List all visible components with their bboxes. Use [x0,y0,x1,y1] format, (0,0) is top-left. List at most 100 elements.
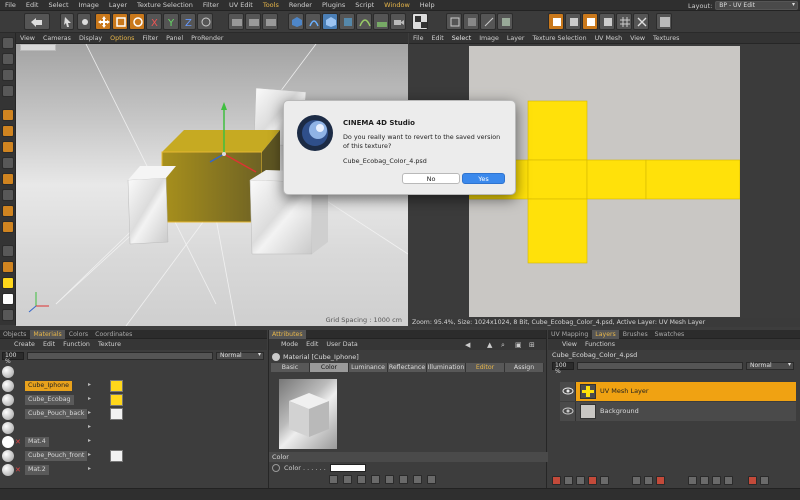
animate-toggle[interactable] [272,464,280,472]
uv-island-front[interactable] [527,159,588,200]
eye-icon[interactable] [560,402,576,421]
make-editable-button[interactable] [2,37,14,49]
expand-arrow-icon[interactable]: ▸ [88,423,91,430]
layers-percent-field[interactable]: 100 % [552,362,574,375]
texture-mode-button[interactable] [497,13,513,30]
fill-tool-button[interactable] [2,173,14,185]
menu-window[interactable]: Window [379,0,415,11]
menu-texture-selection[interactable]: Texture Selection [132,0,198,11]
rgb-button[interactable] [371,475,380,484]
attributes-menu-user-data[interactable]: User Data [322,339,361,350]
uv-island-right[interactable] [586,159,647,200]
menu-script[interactable]: Script [350,0,379,11]
tab-illumination[interactable]: Illumination [427,363,466,372]
bucket-tool-button[interactable] [2,261,14,273]
viewport-menu-filter[interactable]: Filter [138,33,162,44]
uv-menu-view[interactable]: View [626,33,649,44]
viewport-menu-options[interactable]: Options [106,33,138,44]
materials-menu-edit[interactable]: Edit [39,339,59,350]
uv-menu-texture-selection[interactable]: Texture Selection [528,33,590,44]
flatten-button[interactable] [700,476,709,485]
yes-button[interactable]: Yes [462,173,505,184]
gold-cube-selected[interactable] [161,151,263,223]
render-region-button[interactable] [245,13,261,30]
uv-edit-mode-button[interactable] [599,13,615,30]
lock-layer-button[interactable] [632,476,641,485]
bake-button[interactable] [748,476,757,485]
material-name[interactable]: Mat.2 [25,465,49,475]
materials-percent-field[interactable]: 100 % [2,351,24,364]
material-name[interactable]: Cube_Ecobag [25,395,74,405]
menu-edit[interactable]: Edit [21,0,44,11]
search-icon[interactable]: ⌕ [501,341,505,350]
no-button[interactable]: No [402,173,460,184]
uv-menu-file[interactable]: File [409,33,428,44]
lock-icon[interactable]: ▣ [515,341,522,349]
duplicate-button[interactable] [688,476,697,485]
menu-plugins[interactable]: Plugins [317,0,350,11]
mixer-button[interactable] [413,475,422,484]
expand-arrow-icon[interactable]: ▸ [88,437,91,444]
materials-menu-function[interactable]: Function [59,339,94,350]
uv-island-bottom[interactable] [527,198,588,264]
marble-cube-left[interactable] [127,177,169,245]
materials-blend-dropdown[interactable]: Normal [216,351,264,360]
live-selection-button[interactable] [77,13,91,30]
uv-menu-image[interactable]: Image [475,33,503,44]
color-swatch[interactable] [329,464,366,472]
coordinate-system-button[interactable] [197,13,213,30]
new-folder-button[interactable] [564,476,573,485]
channels-button[interactable] [724,476,733,485]
menu-uv-edit[interactable]: UV Edit [224,0,258,11]
filter-button[interactable] [712,476,721,485]
color-image-button[interactable] [357,475,366,484]
material-name[interactable]: Cube_Pouch_back [25,409,88,419]
sharpen-tool-button[interactable] [2,205,14,217]
tab-layers[interactable]: Layers [592,329,619,339]
y-axis-button[interactable]: Y [163,13,179,30]
swatches-button[interactable] [427,475,436,484]
expand-arrow-icon[interactable]: ▸ [88,451,91,458]
scale-tool-button[interactable] [112,13,128,30]
texture-thumbnail[interactable] [110,408,123,420]
cloner-button[interactable] [339,13,355,30]
menu-layer[interactable]: Layer [104,0,132,11]
camera-button[interactable] [390,13,406,30]
uv-menu-uv-mesh[interactable]: UV Mesh [591,33,627,44]
expand-arrow-icon[interactable]: ▸ [88,409,91,416]
tab-attributes[interactable]: Attributes [269,329,306,339]
list-item[interactable]: Cube_Pouch_front ▸ [0,449,266,463]
hsv-button[interactable] [385,475,394,484]
tab-swatches[interactable]: Swatches [652,330,688,339]
texture-thumbnail[interactable] [110,450,123,462]
fx-button[interactable] [588,476,597,485]
points-mode-button[interactable] [2,69,14,81]
mask-button[interactable] [576,476,585,485]
undo-button[interactable] [24,13,50,30]
swap-colors-button[interactable] [2,309,14,321]
attributes-menu-edit[interactable]: Edit [302,339,322,350]
material-name[interactable]: Cube_Pouch_front [25,451,88,461]
eraser-tool-button[interactable] [2,125,14,137]
layout-dropdown[interactable]: BP - UV Edit [715,1,798,10]
background-color-swatch[interactable] [2,293,14,305]
materials-menu-create[interactable]: Create [10,339,39,350]
selection-tool-button[interactable] [60,13,74,30]
layer-name[interactable]: UV Mesh Layer [600,387,649,395]
uv-menu-edit[interactable]: Edit [428,33,448,44]
tab-uv-mapping[interactable]: UV Mapping [548,330,591,339]
uv-points-button[interactable] [446,13,462,30]
uv-grid-button[interactable] [616,13,632,30]
tab-assign[interactable]: Assign [505,363,544,372]
viewport-menu-cameras[interactable]: Cameras [39,33,75,44]
layers-menu-functions[interactable]: Functions [581,339,619,350]
subdivision-button[interactable] [322,13,338,30]
list-item[interactable]: ▸ [0,421,266,435]
tab-basic[interactable]: Basic [271,363,310,372]
brush-tool-button[interactable] [2,109,14,121]
color-spectrum-button[interactable] [343,475,352,484]
menu-help[interactable]: Help [415,0,440,11]
gizmo-center[interactable] [222,152,226,156]
properties-button[interactable] [760,476,769,485]
layer-row-uv-mesh[interactable]: UV Mesh Layer [560,382,796,401]
